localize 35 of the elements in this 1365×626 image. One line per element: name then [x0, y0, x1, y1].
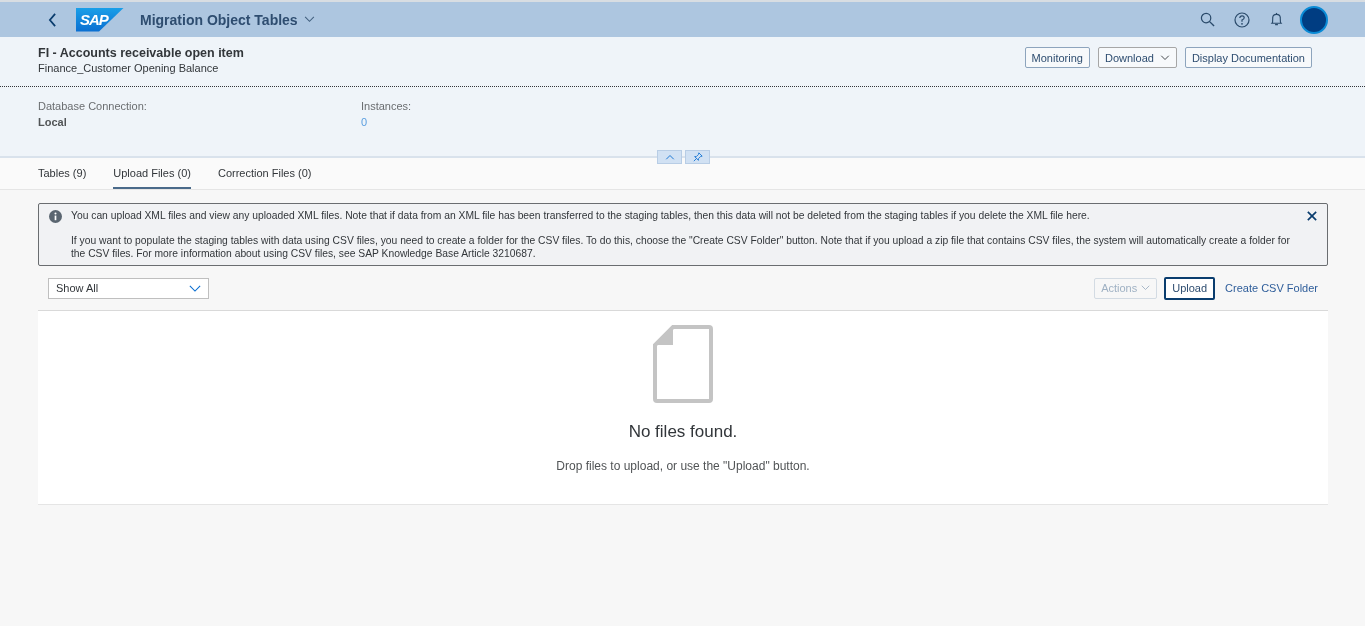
empty-description: Drop files to upload, or use the "Upload" button. — [556, 459, 810, 473]
object-title: FI - Accounts receivable open item — [38, 46, 244, 60]
tab[interactable]: Tables (9) — [38, 158, 87, 189]
pin-header-button[interactable] — [685, 150, 710, 164]
object-subtitle: Finance_Customer Opening Balance — [38, 62, 220, 74]
app-title-menu[interactable]: Migration Object Tables — [140, 11, 315, 28]
search-icon[interactable] — [1200, 12, 1215, 27]
bell-icon[interactable] — [1269, 12, 1284, 27]
chevron-down-icon — [303, 16, 315, 23]
help-icon[interactable] — [1234, 11, 1250, 28]
chevron-down-icon — [1141, 285, 1151, 291]
empty-title: No files found. — [628, 422, 738, 442]
menu-button[interactable]: Download — [1097, 47, 1177, 68]
create-folder-link[interactable]: Create CSV Folder — [1222, 282, 1318, 294]
document-icon — [653, 325, 713, 403]
attribute-value: Local — [38, 116, 68, 128]
chevron-down-icon — [189, 284, 201, 292]
close-icon[interactable] — [1307, 211, 1317, 221]
chevron-up-icon — [664, 154, 675, 160]
logo[interactable]: SAP — [76, 7, 124, 32]
back-icon[interactable] — [48, 12, 57, 27]
attribute-label: Database Connection: — [38, 100, 148, 112]
tab[interactable]: Correction Files (0) — [217, 158, 312, 189]
header-button[interactable]: Monitoring — [1024, 47, 1090, 68]
message-text: If you want to populate the staging tables with data using CSV files, you need to create a folder for the CSV files. To do this, choose the "Create CSV Folder" button. Note that if you upload a zip file that contains CSV files, the system will automatically create a folder for the CSV files. For more information about using CSV files, see SAP Knowledge Base Article 3210687. — [71, 234, 1291, 260]
tab[interactable]: Upload Files (0) — [113, 158, 191, 189]
avatar-icon[interactable] — [1300, 5, 1328, 34]
attribute-label: Instances: — [361, 100, 413, 112]
chevron-down-icon — [1159, 54, 1170, 61]
info-icon — [49, 210, 62, 223]
message-text: You can upload XML files and view any uploaded XML files. Note that if data from an XML file has been transferred to the staging tables, then this data will not be deleted from the staging tables if you delete the XML file here. — [71, 209, 1091, 222]
filter-dropdown[interactable]: Show All — [48, 277, 209, 299]
header-button[interactable]: Display Documentation — [1184, 47, 1312, 68]
pin-icon — [692, 152, 703, 162]
upload-button[interactable]: Upload — [1164, 276, 1216, 300]
